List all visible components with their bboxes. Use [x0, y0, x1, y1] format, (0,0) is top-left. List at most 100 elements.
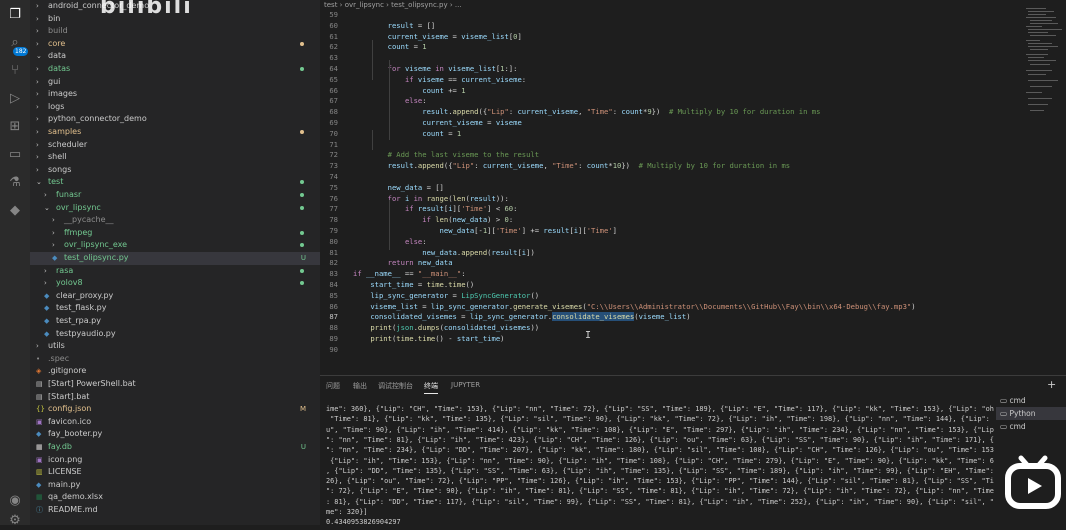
testing-icon[interactable]: ⚗: [5, 172, 25, 192]
extensions-icon[interactable]: ⊞: [5, 116, 25, 136]
code-line[interactable]: 89 print(time.time() - start_time): [320, 334, 1020, 345]
folder-item[interactable]: › scheduler: [30, 139, 320, 152]
folder-item[interactable]: › logs: [30, 101, 320, 114]
breadcrumb[interactable]: test › ovr_lipsync › test_olipsync.py › …: [320, 0, 1024, 10]
terminal-list-item[interactable]: ▭ cmd: [996, 394, 1066, 407]
code-line[interactable]: 86 viseme_list = lip_sync_generator.gene…: [320, 302, 1020, 313]
code-line[interactable]: 78 if len(new_data) > 0:: [320, 215, 1020, 226]
folder-item[interactable]: › gui: [30, 76, 320, 89]
panel-tab[interactable]: 调试控制台: [378, 381, 413, 391]
run-debug-icon[interactable]: ▷: [5, 88, 25, 108]
folder-item[interactable]: › songs: [30, 164, 320, 177]
file-item[interactable]: ▣ favicon.ico: [30, 416, 320, 429]
panel-tab[interactable]: JUPYTER: [451, 381, 480, 389]
code-line[interactable]: 65 if viseme == current_viseme:: [320, 75, 1020, 86]
code-line[interactable]: 72 # Add the last viseme to the result: [320, 150, 1020, 161]
folder-item[interactable]: ⌄ ovr_lipsync: [30, 202, 320, 215]
code-line[interactable]: 71: [320, 140, 1020, 151]
panel-tab[interactable]: 问题: [326, 381, 340, 391]
folder-item[interactable]: › shell: [30, 151, 320, 164]
file-item[interactable]: ▥ LICENSE: [30, 466, 320, 479]
file-item[interactable]: ◈ .gitignore: [30, 365, 320, 378]
folder-item[interactable]: ⌄ data: [30, 50, 320, 63]
code-line[interactable]: 75 new_data = []: [320, 183, 1020, 194]
line-number: 69: [329, 118, 338, 127]
code-line[interactable]: 66 count += 1: [320, 86, 1020, 97]
code-line[interactable]: 81 new_data.append(result[i]): [320, 248, 1020, 259]
code-line[interactable]: 90: [320, 345, 1020, 356]
code-line[interactable]: 85 lip_sync_generator = LipSyncGenerator…: [320, 291, 1020, 302]
minimap[interactable]: [1020, 0, 1066, 375]
code-line[interactable]: 69 current_viseme = viseme: [320, 118, 1020, 129]
file-item[interactable]: ◆ test_rpa.py: [30, 315, 320, 328]
folder-item[interactable]: › rasa: [30, 265, 320, 278]
code-line[interactable]: 64 for viseme in viseme_list[1:]:: [320, 64, 1020, 75]
folder-item[interactable]: ⌄ test: [30, 176, 320, 189]
code-line[interactable]: 59: [320, 10, 1020, 21]
code-line[interactable]: 76 for i in range(len(result)):: [320, 194, 1020, 205]
code-line[interactable]: 83 if __name__ == "__main__":: [320, 269, 1020, 280]
file-item[interactable]: ▤ [Start] PowerShell.bat: [30, 378, 320, 391]
code-line[interactable]: 74: [320, 172, 1020, 183]
code-line[interactable]: 63: [320, 53, 1020, 64]
folder-item[interactable]: › build: [30, 25, 320, 38]
folder-item[interactable]: › yolov8: [30, 277, 320, 290]
panel-tab[interactable]: 输出: [353, 381, 367, 391]
file-item[interactable]: ◆ main.py: [30, 479, 320, 492]
code-line[interactable]: 80 else:: [320, 237, 1020, 248]
add-terminal-icon[interactable]: +: [1047, 378, 1056, 391]
folder-item[interactable]: › utils: [30, 340, 320, 353]
breadcrumb-item[interactable]: ...: [455, 1, 462, 9]
code-line[interactable]: 70 count = 1: [320, 129, 1020, 140]
settings-gear-icon[interactable]: ⚙: [5, 510, 25, 530]
source-control-icon[interactable]: ⑂: [5, 60, 25, 80]
file-item[interactable]: ▤ [Start].bat: [30, 391, 320, 404]
folder-item[interactable]: › images: [30, 88, 320, 101]
file-item[interactable]: ◆ test_flask.py: [30, 302, 320, 315]
code-line[interactable]: 68 result.append({"Lip": current_viseme,…: [320, 107, 1020, 118]
code-editor[interactable]: test › ovr_lipsync › test_olipsync.py › …: [320, 0, 1020, 375]
code-line[interactable]: 82 return new_data: [320, 258, 1020, 269]
code-line[interactable]: 77 if result[i]['Time'] < 60:: [320, 204, 1020, 215]
terminal-list-item[interactable]: ▭ Python: [996, 407, 1066, 420]
remote-explorer-icon[interactable]: ▭: [5, 144, 25, 164]
code-line[interactable]: 73 result.append({"Lip": current_viseme,…: [320, 161, 1020, 172]
folder-item[interactable]: › python_connector_demo: [30, 113, 320, 126]
panel-tab[interactable]: 终端: [424, 381, 438, 394]
file-item[interactable]: ▦ fay.db U: [30, 441, 320, 454]
file-item[interactable]: ◆ clear_proxy.py: [30, 290, 320, 303]
terminal-list-item[interactable]: ▭ cmd: [996, 420, 1066, 433]
file-item[interactable]: ◆ fay_booter.py: [30, 428, 320, 441]
files-icon[interactable]: ❐: [5, 4, 25, 24]
folder-item[interactable]: › core: [30, 38, 320, 51]
file-item[interactable]: ▦ qa_demo.xlsx: [30, 491, 320, 504]
file-item[interactable]: • .spec: [30, 353, 320, 366]
folder-item[interactable]: › funasr: [30, 189, 320, 202]
chevron-right-icon: ›: [44, 279, 47, 288]
breadcrumb-item[interactable]: test_olipsync.py: [391, 1, 447, 9]
code-line[interactable]: 67 else:: [320, 96, 1020, 107]
folder-item[interactable]: › ffmpeg: [30, 227, 320, 240]
file-item[interactable]: {} config.json M: [30, 403, 320, 416]
breadcrumb-item[interactable]: test: [324, 1, 337, 9]
code-line[interactable]: 62 count = 1: [320, 42, 1020, 53]
code-line[interactable]: 79 new_data[-1]['Time'] += result[i]['Ti…: [320, 226, 1020, 237]
folder-item[interactable]: › datas: [30, 63, 320, 76]
folder-item[interactable]: › samples: [30, 126, 320, 139]
file-item[interactable]: ▣ icon.png: [30, 454, 320, 467]
code-line[interactable]: 87 consolidated_visemes = lip_sync_gener…: [320, 312, 1020, 323]
file-item[interactable]: ◆ testpyaudio.py: [30, 328, 320, 341]
file-item[interactable]: ⓘ README.md: [30, 504, 320, 517]
account-icon[interactable]: ◉: [5, 490, 25, 510]
terminal-line: u", "Time": 90}, {"Lip": "ih", "Time": 4…: [326, 425, 994, 434]
code-line[interactable]: 88 print(json.dumps(consolidated_visemes…: [320, 323, 1020, 334]
code-line[interactable]: 60 result = []: [320, 21, 1020, 32]
breadcrumb-item[interactable]: ovr_lipsync: [345, 1, 384, 9]
folder-item[interactable]: › __pycache__: [30, 214, 320, 227]
code-line[interactable]: 61 current_viseme = viseme_list[0]: [320, 32, 1020, 43]
file-item[interactable]: ◆ test_olipsync.py U: [30, 252, 320, 265]
folder-item[interactable]: › ovr_lipsync_exe: [30, 239, 320, 252]
line-text: new_data = []: [387, 182, 444, 192]
docker-icon[interactable]: ◆: [5, 200, 25, 220]
code-line[interactable]: 84 start_time = time.time(): [320, 280, 1020, 291]
